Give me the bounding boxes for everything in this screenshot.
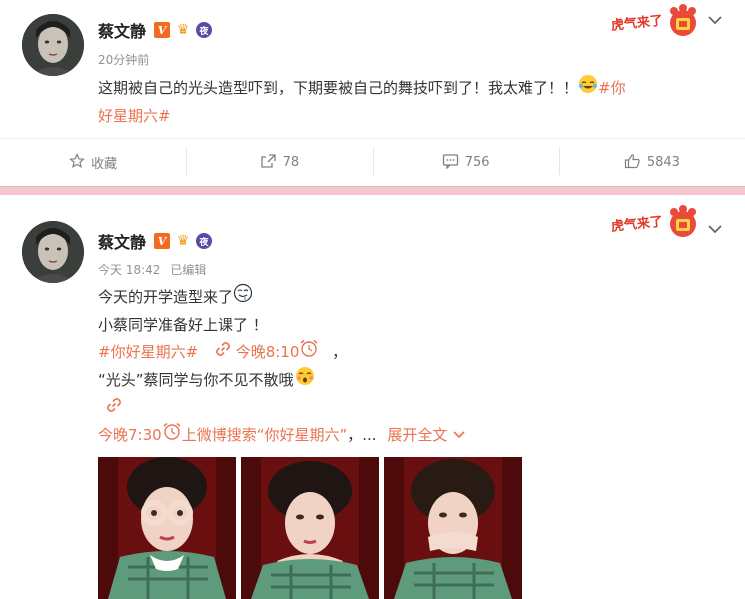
event-time-810: 今晚8:10 — [235, 343, 300, 361]
post-time[interactable]: 20分钟前 — [98, 51, 149, 68]
author-avatar[interactable] — [22, 221, 84, 283]
crown-icon[interactable]: ♛ — [174, 233, 192, 249]
link-icon — [215, 339, 231, 366]
repost-button[interactable]: 78 — [186, 146, 372, 175]
blushing-emoji-icon — [294, 366, 316, 395]
chevron-down-icon — [452, 422, 466, 449]
share-icon — [260, 153, 277, 173]
thumbs-up-icon — [624, 153, 641, 173]
alarm-clock-icon — [299, 339, 319, 366]
link-icon[interactable] — [106, 395, 122, 422]
post-text: 这期被自己的光头造型吓到，下期要被自己的舞技吓到了！我太难了！！ #你 好星期六# — [98, 74, 718, 130]
post-photo-1[interactable] — [98, 457, 236, 599]
post-text: 今天的开学造型来了 小蔡同学准备好上课了 ！ #你好星期六# 今晚8:10 ， … — [98, 283, 718, 449]
expand-label: 展开全文 — [387, 426, 448, 444]
favorite-label: 收藏 — [91, 157, 118, 172]
drooling-emoji-icon — [233, 283, 253, 312]
post-meta: 今天 18:42 已编辑 — [98, 261, 206, 278]
night-badge[interactable]: 夜 — [196, 22, 213, 38]
post-text-line: 这期被自己的光头造型吓到，下期要被自己的舞技吓到了！我太难了！！ — [98, 79, 579, 97]
post-line-1: 今天的开学造型来了 — [98, 288, 234, 306]
promo-text: 虎气来了 — [610, 13, 663, 34]
hashtag-link[interactable]: #你好星期六# — [98, 343, 198, 361]
hashtag-link-continued[interactable]: 好星期六# — [98, 107, 171, 125]
expand-full-text-button[interactable]: 展开全文 — [387, 426, 466, 444]
laughing-cry-emoji-icon — [578, 74, 598, 103]
comment-button[interactable]: 756 — [372, 146, 559, 175]
crown-icon[interactable]: ♛ — [174, 22, 192, 38]
chevron-down-icon[interactable] — [705, 10, 725, 30]
repost-count: 78 — [282, 155, 300, 170]
like-button[interactable]: 5843 — [558, 146, 745, 175]
event-time-730[interactable]: 今晚7:30 — [98, 426, 162, 444]
alarm-clock-icon — [162, 422, 182, 449]
post-actions-bar: 收藏 78 756 5843 — [0, 138, 745, 186]
comment-count: 756 — [464, 155, 490, 170]
star-icon — [69, 152, 86, 173]
author-avatar[interactable] — [22, 14, 84, 76]
search-prompt-link[interactable]: 上微博搜索“你好星期六” — [182, 426, 348, 444]
author-name[interactable]: 蔡文静 — [98, 18, 146, 42]
post-photo-3[interactable] — [384, 457, 522, 599]
ellipsis-text: ，... — [347, 426, 377, 444]
post-line-4: “光头”蔡同学与你不见不散哦 — [98, 371, 294, 389]
night-badge[interactable]: 夜 — [196, 233, 213, 249]
post-photo-2[interactable] — [241, 457, 379, 599]
author-row: 蔡文静 V ♛ 夜 — [98, 18, 213, 42]
tiger-year-promo-icon[interactable]: 虎气来了 — [609, 205, 699, 239]
edited-label[interactable]: 已编辑 — [170, 261, 206, 278]
post-time[interactable]: 今天 18:42 — [98, 261, 160, 278]
post-meta: 20分钟前 — [98, 51, 149, 68]
comma-text: ， — [332, 343, 348, 361]
post-divider — [0, 186, 745, 195]
chevron-down-icon[interactable] — [705, 219, 725, 239]
hashtag-link[interactable]: #你 — [598, 79, 626, 97]
promo-text: 虎气来了 — [610, 214, 663, 235]
author-name[interactable]: 蔡文静 — [98, 229, 146, 253]
weibo-post-2: 蔡文静 V ♛ 夜 今天 18:42 已编辑 今天的开学造型来了 小蔡同学准备好… — [0, 195, 745, 599]
favorite-button[interactable]: 收藏 — [0, 152, 186, 173]
weibo-post-1: 蔡文静 V ♛ 夜 20分钟前 这期被自己的光头造型吓到，下期要被自己的舞技吓到… — [0, 0, 745, 186]
like-count: 5843 — [646, 155, 680, 170]
verified-badge[interactable]: V — [154, 233, 171, 249]
comment-icon — [442, 153, 459, 173]
post-line-2: 小蔡同学准备好上课了 ！ — [98, 316, 268, 334]
verified-badge[interactable]: V — [154, 22, 171, 38]
event-link-810[interactable]: 今晚8:10 — [215, 339, 319, 361]
photo-grid — [98, 457, 522, 599]
tiger-year-promo-icon[interactable]: 虎气来了 — [609, 4, 699, 38]
author-row: 蔡文静 V ♛ 夜 — [98, 229, 213, 253]
